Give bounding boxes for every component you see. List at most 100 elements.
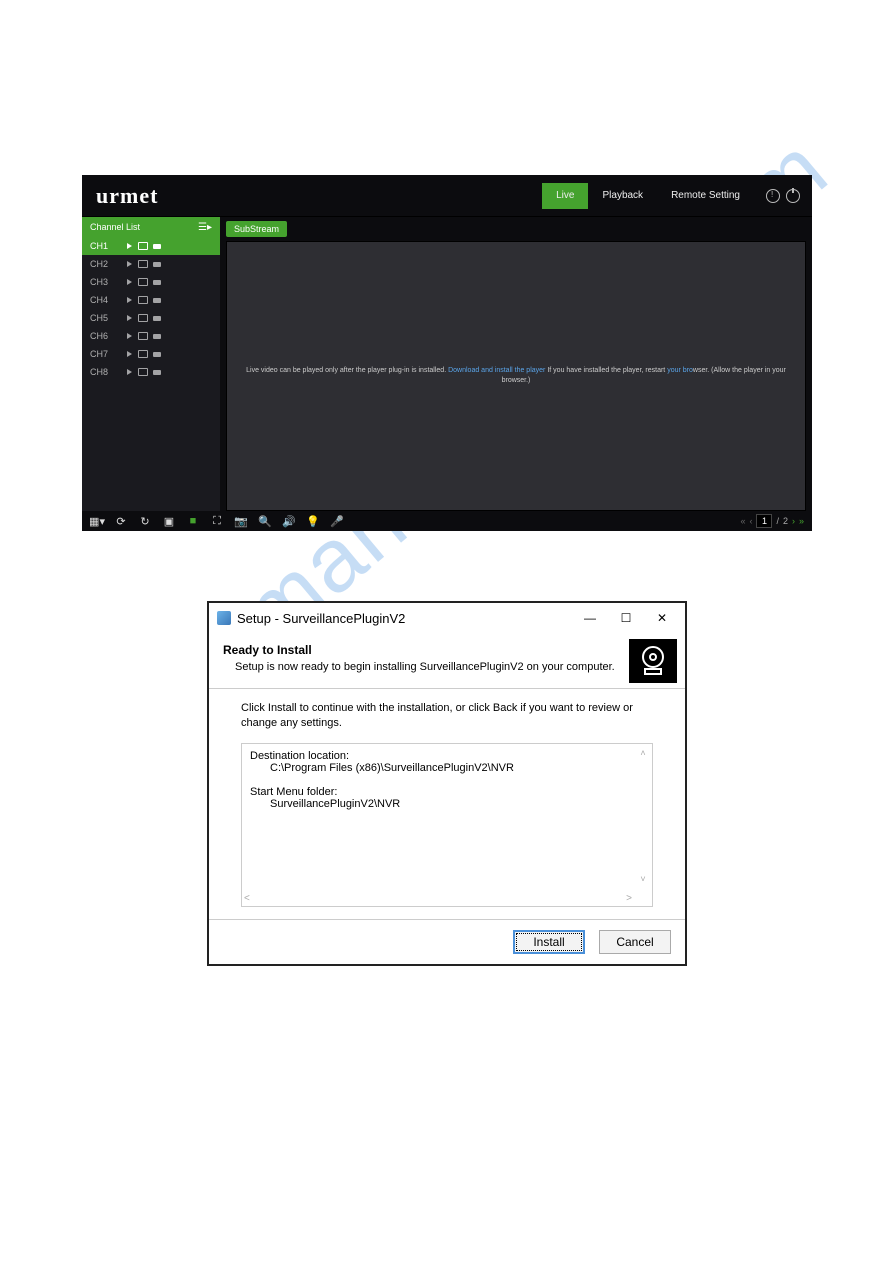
scroll-down-icon[interactable]: ˅ [636,872,650,886]
snapshot-icon[interactable]: 📷 [234,514,248,528]
page-total: 2 [783,516,788,526]
play-icon[interactable] [124,367,134,377]
play-icon[interactable] [124,313,134,323]
play-icon[interactable] [124,277,134,287]
aspect-original-icon[interactable]: ▣ [162,514,176,528]
record-icon[interactable] [138,331,148,341]
minimize-button[interactable]: — [575,607,605,629]
dest-label: Destination location: [250,750,644,762]
installer-dialog: Setup - SurveillancePluginV2 — ☐ ✕ Ready… [207,601,687,966]
scroll-left-icon[interactable]: < [244,893,250,904]
button-bar: Install Cancel [209,919,685,964]
channel-list-header[interactable]: Channel List ☰▸ [82,217,220,237]
restart-browser-link[interactable]: your bro [667,367,693,374]
channel-row-ch2[interactable]: CH2 [82,255,220,273]
channel-row-ch3[interactable]: CH3 [82,273,220,291]
dialog-body: Click Install to continue with the insta… [209,689,685,919]
close-button[interactable]: ✕ [647,607,677,629]
refresh-icon[interactable]: ⟳ [114,514,128,528]
layout-grid-icon[interactable]: ▦▾ [90,514,104,528]
main-area: SubStream Live video can be played only … [220,217,812,511]
page-current[interactable]: 1 [756,514,772,528]
channel-label: CH7 [90,349,120,359]
install-disc-icon [629,639,677,683]
light-icon[interactable]: 💡 [306,514,320,528]
scroll-up-icon[interactable]: ˄ [636,746,650,760]
capture-icon[interactable] [152,241,162,251]
play-icon[interactable] [124,349,134,359]
nav-remote-setting-button[interactable]: Remote Setting [657,183,754,209]
record-icon[interactable] [138,349,148,359]
summary-textbox[interactable]: Destination location: C:\Program Files (… [241,743,653,907]
record-icon[interactable] [138,277,148,287]
nav-live-button[interactable]: Live [542,183,588,209]
channel-label: CH3 [90,277,120,287]
instruction-text: Click Install to continue with the insta… [241,701,653,731]
capture-icon[interactable] [152,331,162,341]
capture-icon[interactable] [152,313,162,323]
channel-label: CH2 [90,259,120,269]
cancel-button[interactable]: Cancel [599,930,671,954]
menu-path: SurveillancePluginV2\NVR [270,798,644,810]
dest-path: C:\Program Files (x86)\SurveillancePlugi… [270,762,644,774]
titlebar: Setup - SurveillancePluginV2 — ☐ ✕ [209,603,685,633]
fullscreen-icon[interactable]: ⛶ [210,514,224,528]
header-subtitle: Setup is now ready to begin installing S… [223,661,671,673]
nvr-app-window: urmet Live Playback Remote Setting Chann… [82,175,812,531]
nav-playback-button[interactable]: Playback [588,183,657,209]
channel-list-label: Channel List [90,222,140,232]
power-icon[interactable] [786,189,800,203]
topbar: urmet Live Playback Remote Setting [82,175,812,217]
footer-toolbar: ▦▾ ⟳ ↻ ▣ ■ ⛶ 📷 🔍 🔊 💡 🎤 « ‹ 1 / 2 › » [82,511,812,531]
capture-icon[interactable] [152,295,162,305]
pager: « ‹ 1 / 2 › » [740,514,804,528]
sidebar: Channel List ☰▸ CH1 CH2 CH3 CH4 CH5 CH6 CH7 CH8 [82,217,220,511]
play-icon[interactable] [124,259,134,269]
brand-logo: urmet [82,183,158,209]
channel-label: CH4 [90,295,120,305]
page-first-icon[interactable]: « [740,516,745,526]
record-icon[interactable] [138,313,148,323]
channel-row-ch6[interactable]: CH6 [82,327,220,345]
header-title: Ready to Install [223,643,671,657]
record-icon[interactable] [138,367,148,377]
capture-icon[interactable] [152,259,162,269]
body: Channel List ☰▸ CH1 CH2 CH3 CH4 CH5 CH6 CH7 CH8… [82,217,812,511]
dialog-header: Ready to Install Setup is now ready to b… [209,633,685,689]
aspect-stretch-icon[interactable]: ■ [186,514,200,528]
install-button[interactable]: Install [513,930,585,954]
play-icon[interactable] [124,331,134,341]
capture-icon[interactable] [152,349,162,359]
channel-row-ch8[interactable]: CH8 [82,363,220,381]
cycle-icon[interactable]: ↻ [138,514,152,528]
channel-row-ch1[interactable]: CH1 [82,237,220,255]
scroll-right-icon[interactable]: > [626,893,632,904]
menu-label: Start Menu folder: [250,786,644,798]
channel-label: CH5 [90,313,120,323]
zoom-icon[interactable]: 🔍 [258,514,272,528]
info-icon[interactable] [766,189,780,203]
play-icon[interactable] [124,295,134,305]
maximize-button[interactable]: ☐ [611,607,641,629]
page-last-icon[interactable]: » [799,516,804,526]
record-icon[interactable] [138,241,148,251]
record-icon[interactable] [138,259,148,269]
menu-toggle-icon[interactable]: ☰▸ [198,222,212,233]
channel-row-ch7[interactable]: CH7 [82,345,220,363]
stream-select-button[interactable]: SubStream [226,221,287,237]
capture-icon[interactable] [152,367,162,377]
talk-icon[interactable]: 🎤 [330,514,344,528]
page-next-icon[interactable]: › [792,516,795,526]
channel-row-ch5[interactable]: CH5 [82,309,220,327]
play-icon[interactable] [124,241,134,251]
page-prev-icon[interactable]: ‹ [749,516,752,526]
page-sep: / [776,516,779,526]
capture-icon[interactable] [152,277,162,287]
download-player-link[interactable]: Download and install the player [448,367,545,374]
dialog-title: Setup - SurveillancePluginV2 [237,611,569,626]
channel-label: CH8 [90,367,120,377]
record-icon[interactable] [138,295,148,305]
video-msg-1: Live video can be played only after the … [246,367,446,374]
volume-icon[interactable]: 🔊 [282,514,296,528]
channel-row-ch4[interactable]: CH4 [82,291,220,309]
